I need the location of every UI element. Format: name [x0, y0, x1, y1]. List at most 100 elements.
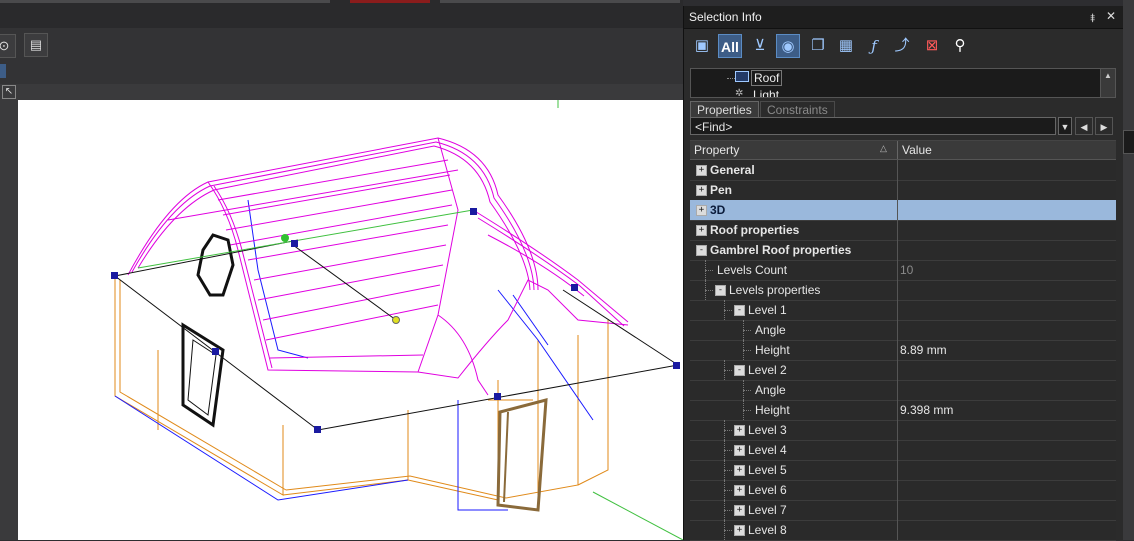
property-row[interactable]: - Gambrel Roof properties	[690, 240, 1116, 261]
roof-object-icon	[735, 71, 749, 82]
row-divider	[897, 280, 898, 300]
property-row[interactable]: + Roof properties	[690, 220, 1116, 241]
select-box-icon[interactable]: ⊠	[920, 34, 944, 58]
find-dropdown-icon[interactable]: ▼	[1058, 117, 1072, 135]
column-divider[interactable]	[897, 141, 898, 159]
property-name: Level 2	[748, 363, 787, 377]
expand-icon[interactable]: +	[734, 505, 745, 516]
property-name: Level 4	[748, 443, 787, 457]
column-header-value[interactable]: Value	[902, 143, 932, 157]
tree-item-light[interactable]: Light	[753, 88, 779, 97]
collapse-icon[interactable]: -	[696, 245, 707, 256]
horizontal-ruler[interactable]: ↖	[0, 84, 683, 101]
property-row[interactable]: - Levels properties	[690, 280, 1116, 301]
property-name: Level 8	[748, 523, 787, 537]
green-grip[interactable]	[281, 234, 289, 242]
3d-viewport[interactable]	[18, 100, 683, 540]
tree-guide-line	[724, 430, 732, 432]
topbar-active-tab-strip[interactable]	[350, 0, 430, 3]
right-edge-panel	[1123, 0, 1134, 540]
tree-guide-line	[724, 310, 732, 312]
topbar-tab-strip[interactable]	[0, 0, 330, 3]
clipped-side-tab[interactable]	[1123, 130, 1134, 154]
path-icon[interactable]: ⤴	[890, 34, 914, 58]
property-row[interactable]: + Pen	[690, 180, 1116, 201]
row-divider	[897, 440, 898, 460]
row-divider	[897, 160, 898, 180]
property-row[interactable]: + Level 3	[690, 420, 1116, 441]
expand-icon[interactable]: +	[734, 445, 745, 456]
tree-guide-line	[724, 530, 732, 532]
orbit-icon[interactable]: ⊙	[0, 34, 16, 58]
property-row[interactable]: + Level 5	[690, 460, 1116, 481]
house-wireframe-drawing[interactable]	[18, 100, 683, 540]
expand-icon[interactable]: +	[734, 425, 745, 436]
expand-icon[interactable]: +	[696, 225, 707, 236]
all-icon[interactable]: All	[718, 34, 742, 58]
panel-titlebar: Selection Info ⯒ ✕	[684, 6, 1124, 29]
property-value[interactable]: 9.398 mm	[900, 403, 953, 417]
tree-scrollbar[interactable]: ▲	[1100, 69, 1115, 97]
properties-icon[interactable]: ▣	[690, 34, 714, 58]
expand-icon[interactable]: +	[696, 165, 707, 176]
row-divider	[897, 300, 898, 320]
property-name: 3D	[710, 203, 726, 217]
close-icon[interactable]: ✕	[1106, 9, 1116, 23]
tree-guide-line	[724, 490, 732, 492]
property-row[interactable]: - Level 2	[690, 360, 1116, 381]
collapse-icon[interactable]: -	[734, 305, 745, 316]
property-row[interactable]: - Level 1	[690, 300, 1116, 321]
property-row[interactable]: + Level 4	[690, 440, 1116, 461]
tree-item-roof[interactable]: Roof	[751, 70, 783, 86]
collapse-icon[interactable]: -	[734, 365, 745, 376]
property-name: Level 5	[748, 463, 787, 477]
property-row[interactable]: + Level 8	[690, 520, 1116, 541]
search-icon[interactable]: ⚲	[948, 34, 972, 58]
property-row[interactable]: Levels Count 10	[690, 260, 1116, 281]
expand-icon[interactable]: +	[734, 465, 745, 476]
tree-guide-line	[705, 290, 713, 292]
function-icon[interactable]: ƒ	[862, 34, 886, 58]
property-value[interactable]: 10	[900, 263, 913, 277]
tab-properties[interactable]: Properties	[690, 101, 759, 118]
expand-icon[interactable]: +	[696, 185, 707, 196]
row-divider	[897, 520, 898, 540]
sort-icon[interactable]: △	[880, 143, 887, 154]
collapse-icon[interactable]: -	[715, 285, 726, 296]
center-grip[interactable]	[392, 316, 400, 324]
expand-icon[interactable]: +	[696, 205, 707, 216]
selection-info-panel: Selection Info ⯒ ✕ ▣ All ⊻ ◉ ❐ ▦ ƒ ⤴ ⊠ ⚲…	[683, 6, 1124, 541]
tree-guide-line	[743, 390, 751, 392]
property-row[interactable]: Height 8.89 mm	[690, 340, 1116, 361]
tree-guide-line	[743, 410, 751, 412]
pin-icon[interactable]: ⯒	[1090, 9, 1095, 30]
selection-tree[interactable]: Roof ✲ Light ▲	[690, 68, 1116, 98]
tree-guide-line	[705, 270, 713, 272]
expand-icon[interactable]: +	[734, 525, 745, 536]
property-grid: Property △ Value + General + Pen +3D + Roof pr…	[690, 140, 1116, 541]
edge-wireframe	[114, 199, 594, 511]
property-row[interactable]: Angle	[690, 320, 1116, 341]
property-row[interactable]: Height 9.398 mm	[690, 400, 1116, 421]
property-name: Pen	[710, 183, 733, 197]
table-icon[interactable]: ▦	[834, 34, 858, 58]
expand-icon[interactable]: +	[734, 485, 745, 496]
view-settings-icon[interactable]: ▤	[24, 33, 48, 57]
filter-icon[interactable]: ⊻	[748, 34, 772, 58]
visibility-icon[interactable]: ◉	[776, 34, 800, 58]
ruler-origin-icon[interactable]: ↖	[2, 85, 16, 99]
property-value[interactable]: 8.89 mm	[900, 343, 947, 357]
property-row[interactable]: + Level 6	[690, 480, 1116, 501]
property-row[interactable]: +3D	[690, 200, 1116, 221]
vertical-ruler[interactable]	[0, 100, 18, 540]
topbar-tab-strip-right[interactable]	[440, 0, 680, 3]
property-row[interactable]: + Level 7	[690, 500, 1116, 521]
column-header-property[interactable]: Property	[694, 143, 739, 157]
copy-icon[interactable]: ❐	[806, 34, 830, 58]
property-row[interactable]: + General	[690, 160, 1116, 181]
find-input[interactable]: <Find>	[690, 117, 1056, 135]
property-row[interactable]: Angle	[690, 380, 1116, 401]
tab-constraints[interactable]: Constraints	[760, 101, 835, 118]
find-previous-icon[interactable]: ◀	[1075, 117, 1093, 135]
find-next-icon[interactable]: ▶	[1095, 117, 1113, 135]
